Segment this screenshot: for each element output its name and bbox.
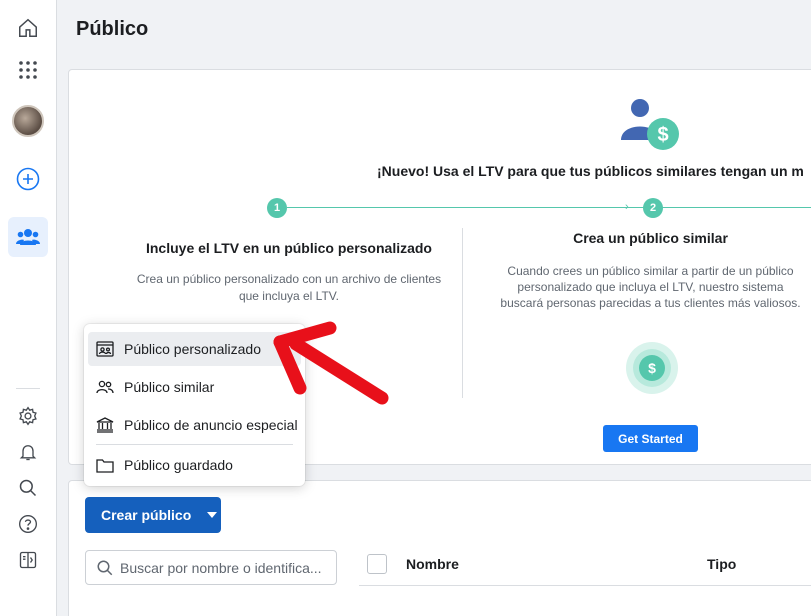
svg-text:$: $ bbox=[657, 124, 668, 146]
menu-divider bbox=[96, 444, 293, 445]
audiences-icon[interactable] bbox=[8, 217, 48, 257]
steps-connector bbox=[287, 207, 811, 208]
menu-item-label: Público similar bbox=[124, 379, 215, 395]
help-icon[interactable] bbox=[8, 504, 48, 544]
settings-icon[interactable] bbox=[8, 396, 48, 436]
audiences-table-panel: Crear público Nombre Tipo bbox=[68, 480, 811, 616]
avatar-button[interactable] bbox=[8, 101, 48, 141]
column-divider bbox=[462, 228, 463, 398]
step-2-badge: 2 bbox=[643, 198, 663, 218]
menu-item-custom-audience[interactable]: Público personalizado bbox=[88, 332, 301, 366]
create-audience-button[interactable]: Crear público bbox=[85, 497, 221, 533]
menu-item-label: Público personalizado bbox=[124, 341, 261, 357]
page-title: Público bbox=[76, 18, 149, 40]
search-icon[interactable] bbox=[8, 468, 48, 508]
lookalike-audience-icon bbox=[96, 378, 114, 396]
nav-divider bbox=[16, 388, 40, 389]
step-2-title: Crea un público similar bbox=[573, 230, 728, 246]
search-input[interactable] bbox=[120, 559, 330, 576]
special-ad-audience-icon bbox=[96, 416, 114, 434]
annotation-arrow bbox=[273, 321, 389, 405]
promo-headline: ¡Nuevo! Usa el LTV para que tus públicos… bbox=[377, 163, 804, 179]
menu-item-label: Público de anuncio especial bbox=[124, 417, 298, 433]
step-1-badge: 1 bbox=[267, 198, 287, 218]
apps-grid-icon[interactable] bbox=[8, 50, 48, 90]
left-navigation bbox=[0, 0, 57, 616]
menu-item-saved-audience[interactable]: Público guardado bbox=[88, 448, 301, 482]
menu-item-lookalike-audience[interactable]: Público similar bbox=[88, 370, 301, 404]
column-header-name[interactable]: Nombre bbox=[406, 556, 459, 572]
menu-item-special-ad-audience[interactable]: Público de anuncio especial bbox=[88, 408, 301, 442]
create-audience-label: Crear público bbox=[101, 507, 192, 523]
header-divider bbox=[359, 585, 811, 586]
get-started-button[interactable]: Get Started bbox=[603, 425, 698, 452]
avatar bbox=[12, 105, 44, 137]
folder-icon bbox=[96, 456, 114, 474]
select-all-checkbox[interactable] bbox=[367, 554, 387, 574]
custom-audience-icon bbox=[96, 340, 114, 358]
ltv-person-dollar-icon: $ bbox=[621, 99, 679, 150]
column-header-type[interactable]: Tipo bbox=[707, 556, 736, 572]
svg-text:$: $ bbox=[648, 360, 656, 376]
caret-down-icon bbox=[207, 512, 218, 518]
search-field[interactable] bbox=[85, 550, 337, 585]
step-1-description: Crea un público personalizado con un arc… bbox=[136, 272, 442, 303]
search-icon bbox=[97, 560, 113, 575]
home-icon[interactable] bbox=[8, 8, 48, 48]
dollar-coin-icon: $ bbox=[626, 342, 678, 394]
notifications-icon[interactable] bbox=[8, 432, 48, 472]
add-icon[interactable] bbox=[8, 159, 48, 199]
step-arrow-icon: › bbox=[625, 201, 629, 213]
step-1-title: Incluye el LTV en un público personaliza… bbox=[145, 240, 432, 256]
menu-item-label: Público guardado bbox=[124, 457, 233, 473]
panel-toggle-icon[interactable] bbox=[8, 540, 48, 580]
step-2-description: Cuando crees un público similar a partir… bbox=[500, 264, 801, 310]
